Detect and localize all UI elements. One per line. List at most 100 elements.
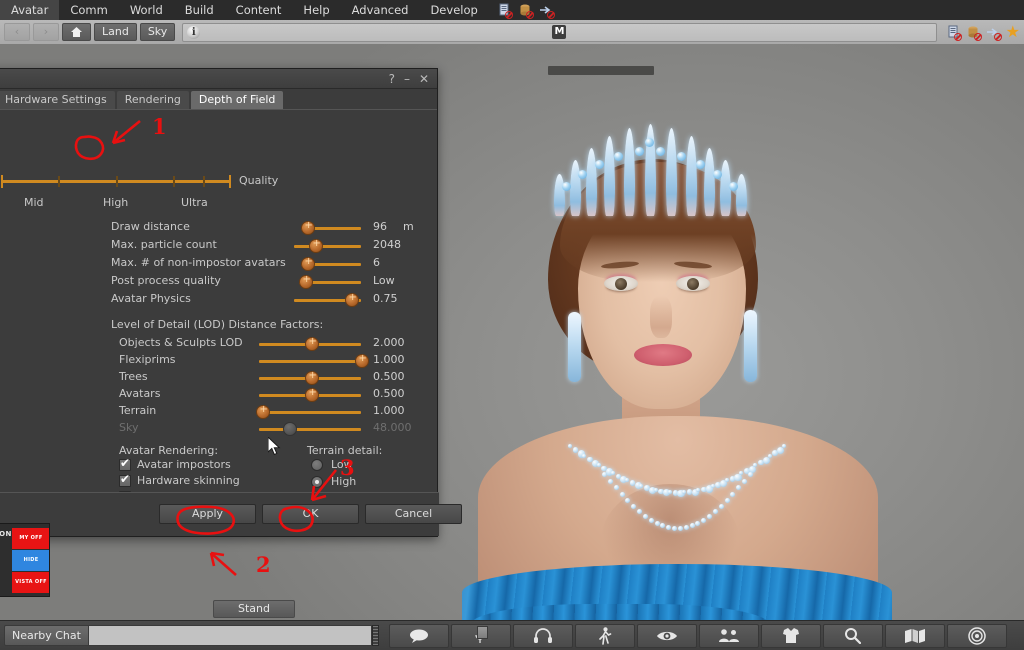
avatars-lod-thumb[interactable]: [305, 387, 319, 402]
cancel-button[interactable]: Cancel: [365, 504, 462, 524]
minimize-button[interactable]: –: [404, 72, 410, 86]
forward-button[interactable]: ›: [33, 23, 59, 41]
hud-mini-panel[interactable]: IONS MY OFF HIDE VISTA OFF: [0, 523, 50, 597]
preferences-body: and speed: rmance en Mode rent Water map…: [0, 110, 437, 532]
max-particle-count-track[interactable]: [294, 245, 361, 248]
terrain-detail-high-radio[interactable]: [311, 476, 323, 488]
hud-side-label: IONS: [0, 530, 17, 538]
object-disabled-icon[interactable]: [518, 3, 534, 19]
home-button[interactable]: [62, 23, 91, 41]
script-disabled-icon[interactable]: [497, 3, 513, 19]
preferences-footer: Apply OK Cancel: [0, 492, 462, 536]
land-button[interactable]: Land: [94, 23, 137, 41]
preferences-graphics-window[interactable]: ? – ✕ Hardware Settings Rendering Depth …: [0, 68, 462, 537]
chat-icon: [409, 629, 428, 643]
movement-button[interactable]: [574, 623, 635, 648]
necklace-gem: [582, 453, 587, 458]
setting-row-non-impostor-avatars[interactable]: Max. # of non-impostor avatars 6: [111, 256, 441, 272]
non-impostor-avatars-thumb[interactable]: [301, 256, 315, 271]
crown-gem: [635, 147, 644, 156]
terrain-lod-thumb[interactable]: [256, 404, 270, 419]
ok-button[interactable]: OK: [262, 504, 359, 524]
help-button[interactable]: ?: [389, 72, 395, 86]
chat-button[interactable]: [388, 623, 449, 648]
info-icon[interactable]: i: [187, 25, 201, 39]
necklace-gem: [672, 525, 678, 531]
tab-rendering[interactable]: Rendering: [116, 91, 189, 109]
menu-item-help[interactable]: Help: [292, 0, 340, 20]
necklace-gem: [610, 471, 615, 476]
mini-map-button[interactable]: [946, 623, 1007, 648]
crown-gem: [696, 160, 705, 169]
setting-row-avatar-physics[interactable]: Avatar Physics 0.75: [111, 292, 441, 308]
crown-spike: [554, 174, 565, 216]
max-particle-count-label: Max. particle count: [111, 238, 217, 251]
avatar-physics-thumb[interactable]: [345, 292, 359, 307]
flexiprims-thumb[interactable]: [355, 353, 369, 368]
apply-button[interactable]: Apply: [159, 504, 256, 524]
location-bar[interactable]: i M: [182, 22, 937, 42]
map-button[interactable]: [884, 623, 945, 648]
menu-item-build[interactable]: Build: [174, 0, 225, 20]
headphones-button[interactable]: [512, 623, 573, 648]
chat-input[interactable]: [88, 625, 372, 646]
setting-row-objects-sculpts-lod[interactable]: Objects & Sculpts LOD 2.000: [111, 336, 441, 352]
hardware-skinning-checkbox[interactable]: [119, 473, 131, 487]
max-particle-count-thumb[interactable]: [309, 238, 323, 253]
post-process-quality-thumb[interactable]: [299, 274, 313, 289]
terrain-lod-track[interactable]: [259, 411, 361, 414]
sky-lod-thumb: [283, 422, 297, 436]
people-button[interactable]: [698, 623, 759, 648]
trees-thumb[interactable]: [305, 370, 319, 385]
hud-button-hide[interactable]: HIDE: [12, 550, 49, 571]
appearance-button[interactable]: [760, 623, 821, 648]
menu-item-advanced[interactable]: Advanced: [341, 0, 420, 20]
setting-row-avatars-lod[interactable]: Avatars 0.500: [111, 387, 441, 403]
favorite-star-icon[interactable]: ★: [1006, 24, 1020, 40]
sky-lod-label: Sky: [119, 421, 139, 434]
crown-gem: [713, 170, 722, 179]
back-button[interactable]: ‹: [4, 23, 30, 41]
close-button[interactable]: ✕: [419, 72, 429, 86]
microphone-button[interactable]: [450, 623, 511, 648]
people-icon: [718, 629, 739, 642]
script-disabled-icon[interactable]: [946, 25, 962, 41]
tab-depth-of-field[interactable]: Depth of Field: [190, 91, 284, 109]
menu-item-avatar[interactable]: Avatar: [0, 0, 60, 20]
setting-row-flexiprims[interactable]: Flexiprims 1.000: [111, 353, 441, 369]
setting-row-post-process-quality[interactable]: Post process quality Low: [111, 274, 441, 290]
hud-button-vista-off[interactable]: VISTA OFF: [12, 572, 49, 593]
objects-sculpts-lod-thumb[interactable]: [305, 336, 319, 351]
menu-item-comm[interactable]: Comm: [59, 0, 118, 20]
voice-level-indicator[interactable]: [476, 625, 488, 639]
search-button[interactable]: [822, 623, 883, 648]
push-disabled-icon[interactable]: [539, 3, 555, 19]
setting-row-draw-distance[interactable]: Draw distance 96 m: [111, 220, 441, 236]
chat-resize-grip[interactable]: [371, 625, 379, 646]
setting-row-max-particle-count[interactable]: Max. particle count 2048: [111, 238, 441, 254]
stand-button[interactable]: Stand: [213, 600, 295, 618]
setting-row-trees[interactable]: Trees 0.500: [111, 370, 441, 386]
terrain-detail-low-radio[interactable]: [311, 459, 323, 471]
tab-hardware-settings[interactable]: Hardware Settings: [0, 91, 115, 109]
nearby-chat-label[interactable]: Nearby Chat: [4, 625, 89, 646]
draw-distance-thumb[interactable]: [301, 220, 315, 235]
terrain-lod-label: Terrain: [119, 404, 157, 417]
post-process-quality-value: Low: [373, 274, 395, 287]
view-button[interactable]: [636, 623, 697, 648]
hud-button-my-off[interactable]: MY OFF: [12, 528, 49, 549]
preferences-title-bar[interactable]: ? – ✕: [0, 69, 437, 89]
avatar-impostors-checkbox[interactable]: [119, 457, 131, 471]
graphics-left-column: and speed: rmance en Mode rent Water map…: [0, 110, 111, 514]
search-icon: [845, 628, 862, 644]
menu-item-content[interactable]: Content: [225, 0, 293, 20]
menu-item-world[interactable]: World: [119, 0, 174, 20]
sky-button[interactable]: Sky: [139, 23, 176, 41]
flexiprims-track[interactable]: [259, 360, 361, 363]
setting-row-terrain-lod[interactable]: Terrain 1.000: [111, 404, 441, 420]
necklace-gem: [718, 503, 724, 509]
menu-item-develop[interactable]: Develop: [419, 0, 488, 20]
crown-gem: [578, 170, 587, 179]
push-disabled-icon[interactable]: [986, 25, 1002, 41]
object-disabled-icon[interactable]: [966, 25, 982, 41]
